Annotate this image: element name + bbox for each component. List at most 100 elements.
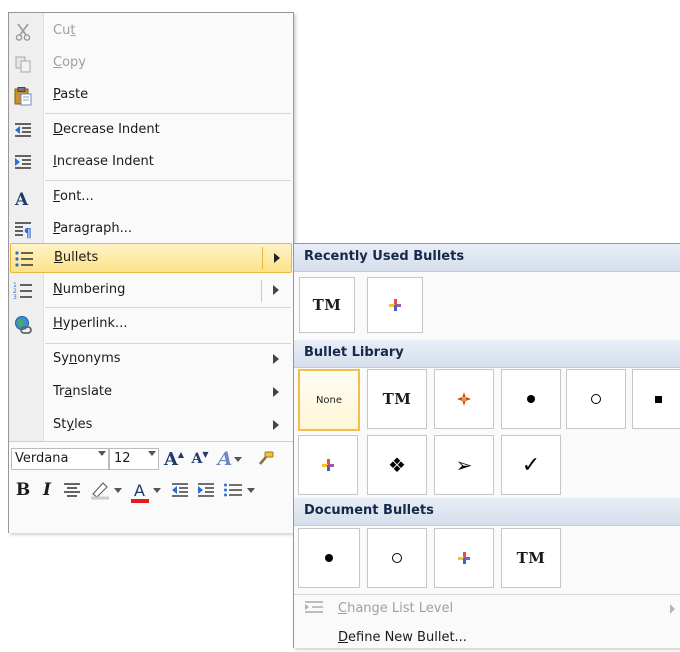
bold-icon: B	[15, 480, 31, 500]
menu-item-bullets[interactable]: Bullets	[10, 243, 292, 273]
bullet-option-hollow-circle[interactable]	[566, 369, 626, 429]
menu-item-paragraph[interactable]: ¶ Paragraph...	[9, 214, 293, 246]
menu-item-label: Synonyms	[53, 351, 121, 366]
checkmark-bullet-icon: ✓	[521, 452, 541, 478]
bullet-option-tm[interactable]: TM	[299, 277, 355, 333]
submenu-arrow-icon	[273, 354, 279, 364]
paragraph-icon: ¶	[15, 222, 32, 240]
bullet-option-color-cross[interactable]	[434, 528, 494, 588]
highlight-color-button[interactable]	[87, 478, 123, 502]
bullet-option-starburst[interactable]	[434, 369, 494, 429]
section-header-recent: Recently Used Bullets	[294, 244, 680, 272]
bullet-option-filled-circle[interactable]	[501, 369, 561, 429]
decrease-indent-button[interactable]	[169, 478, 191, 502]
svg-text:¶: ¶	[24, 226, 32, 240]
context-menu: Cut Copy Paste Decrease Indent Increase …	[8, 12, 294, 533]
bullet-glyph: TM	[382, 390, 412, 408]
bullet-option-tm[interactable]: TM	[501, 528, 561, 588]
svg-text:3: 3	[13, 294, 17, 301]
submenu-arrow-icon	[273, 387, 279, 397]
hollow-circle-bullet-icon	[392, 553, 402, 563]
format-painter-button[interactable]	[253, 447, 277, 471]
bullet-option-checkmark[interactable]: ✓	[501, 435, 561, 495]
font-name-combobox[interactable]: Verdana	[11, 448, 109, 470]
numbering-icon: 1 2 3	[13, 282, 32, 301]
decrease-indent-icon	[172, 483, 188, 497]
menu-item-translate[interactable]: Translate	[9, 377, 293, 409]
menu-item-label: Copy	[53, 55, 86, 70]
center-align-icon	[64, 483, 80, 497]
font-size-combobox[interactable]: 12	[109, 448, 159, 470]
menu-item-font[interactable]: A Font...	[9, 182, 293, 214]
increase-indent-icon	[198, 483, 214, 497]
color-cross-bullet-icon	[322, 459, 334, 471]
menu-item-label: Paragraph...	[53, 221, 132, 236]
grow-font-button[interactable]: A ▲	[163, 447, 185, 471]
bullets-button[interactable]	[221, 478, 257, 502]
section-title: Document Bullets	[304, 503, 434, 518]
font-color-button[interactable]: A	[127, 478, 163, 503]
styles-icon: A	[217, 448, 233, 470]
increase-indent-icon	[15, 155, 31, 169]
bullets-icon	[15, 251, 33, 267]
font-icon: A	[14, 190, 29, 208]
menu-item-label: Styles	[53, 417, 93, 432]
menu-item-label: Hyperlink...	[53, 316, 128, 331]
bullet-option-none[interactable]: None	[298, 369, 360, 431]
arrowhead-bullet-icon: ➢	[455, 453, 473, 477]
chevron-down-icon	[234, 456, 243, 462]
submenu-arrow-icon[interactable]	[274, 253, 280, 263]
bullet-option-tm[interactable]: TM	[367, 369, 427, 429]
split-divider	[262, 247, 263, 269]
bullet-option-diamonds[interactable]: ❖	[367, 435, 427, 495]
menu-item-label: Font...	[53, 189, 94, 204]
bullet-option-color-cross[interactable]	[298, 435, 358, 495]
menu-separator	[45, 113, 291, 114]
italic-icon: I	[43, 480, 51, 500]
bullet-option-arrowhead[interactable]: ➢	[434, 435, 494, 495]
center-align-button[interactable]	[61, 478, 83, 502]
menu-item-numbering[interactable]: 1 2 3 Numbering	[9, 275, 293, 307]
bullet-option-square[interactable]	[632, 369, 680, 429]
menu-item-paste[interactable]: Paste	[9, 80, 293, 112]
menu-item-decrease-indent[interactable]: Decrease Indent	[9, 115, 293, 147]
scissors-icon	[15, 23, 31, 41]
menu-item-label: Translate	[53, 384, 113, 399]
bullet-option-color-cross[interactable]	[367, 277, 423, 333]
italic-button[interactable]: I	[37, 478, 57, 502]
bullets-gallery: Recently Used Bullets TM Bullet Library …	[293, 243, 680, 648]
menu-item-label: Cut	[53, 23, 76, 38]
bold-button[interactable]: B	[13, 478, 33, 502]
list-level-icon	[305, 601, 323, 613]
menu-item-cut[interactable]: Cut	[9, 16, 293, 48]
menu-item-hyperlink[interactable]: Hyperlink...	[9, 309, 293, 341]
menu-item-label: Paste	[53, 87, 89, 102]
increase-indent-button[interactable]	[195, 478, 217, 502]
shrink-font-button[interactable]: A ▼	[189, 447, 211, 471]
styles-button[interactable]: A	[215, 447, 245, 471]
menu-item-label: Increase Indent	[53, 154, 154, 169]
menu-item-increase-indent[interactable]: Increase Indent	[9, 147, 293, 179]
chevron-down-icon	[247, 487, 255, 493]
bullet-option-filled-circle[interactable]	[298, 528, 360, 588]
submenu-arrow-icon[interactable]	[273, 285, 279, 295]
menu-item-label: Define New Bullet...	[338, 630, 467, 645]
section-header-document: Document Bullets	[294, 498, 680, 526]
menu-item-copy[interactable]: Copy	[9, 48, 293, 80]
bullet-option-hollow-circle[interactable]	[367, 528, 427, 588]
highlighter-icon	[90, 482, 109, 500]
chevron-down-icon[interactable]	[98, 451, 106, 456]
menu-item-styles[interactable]: Styles	[9, 410, 293, 442]
font-color-bar	[130, 498, 149, 503]
chevron-down-icon[interactable]	[148, 451, 156, 456]
change-list-level-item[interactable]: Change List Level	[294, 595, 680, 623]
bullet-none-label: None	[315, 394, 343, 406]
shrink-font-icon: A	[191, 451, 203, 467]
font-color-icon: A	[134, 480, 145, 500]
menu-item-label: Decrease Indent	[53, 122, 160, 137]
filled-circle-bullet-icon	[325, 554, 333, 562]
section-header-library: Bullet Library	[294, 340, 680, 368]
copy-icon	[15, 56, 31, 73]
hollow-circle-bullet-icon	[591, 394, 601, 404]
menu-item-synonyms[interactable]: Synonyms	[9, 344, 293, 376]
